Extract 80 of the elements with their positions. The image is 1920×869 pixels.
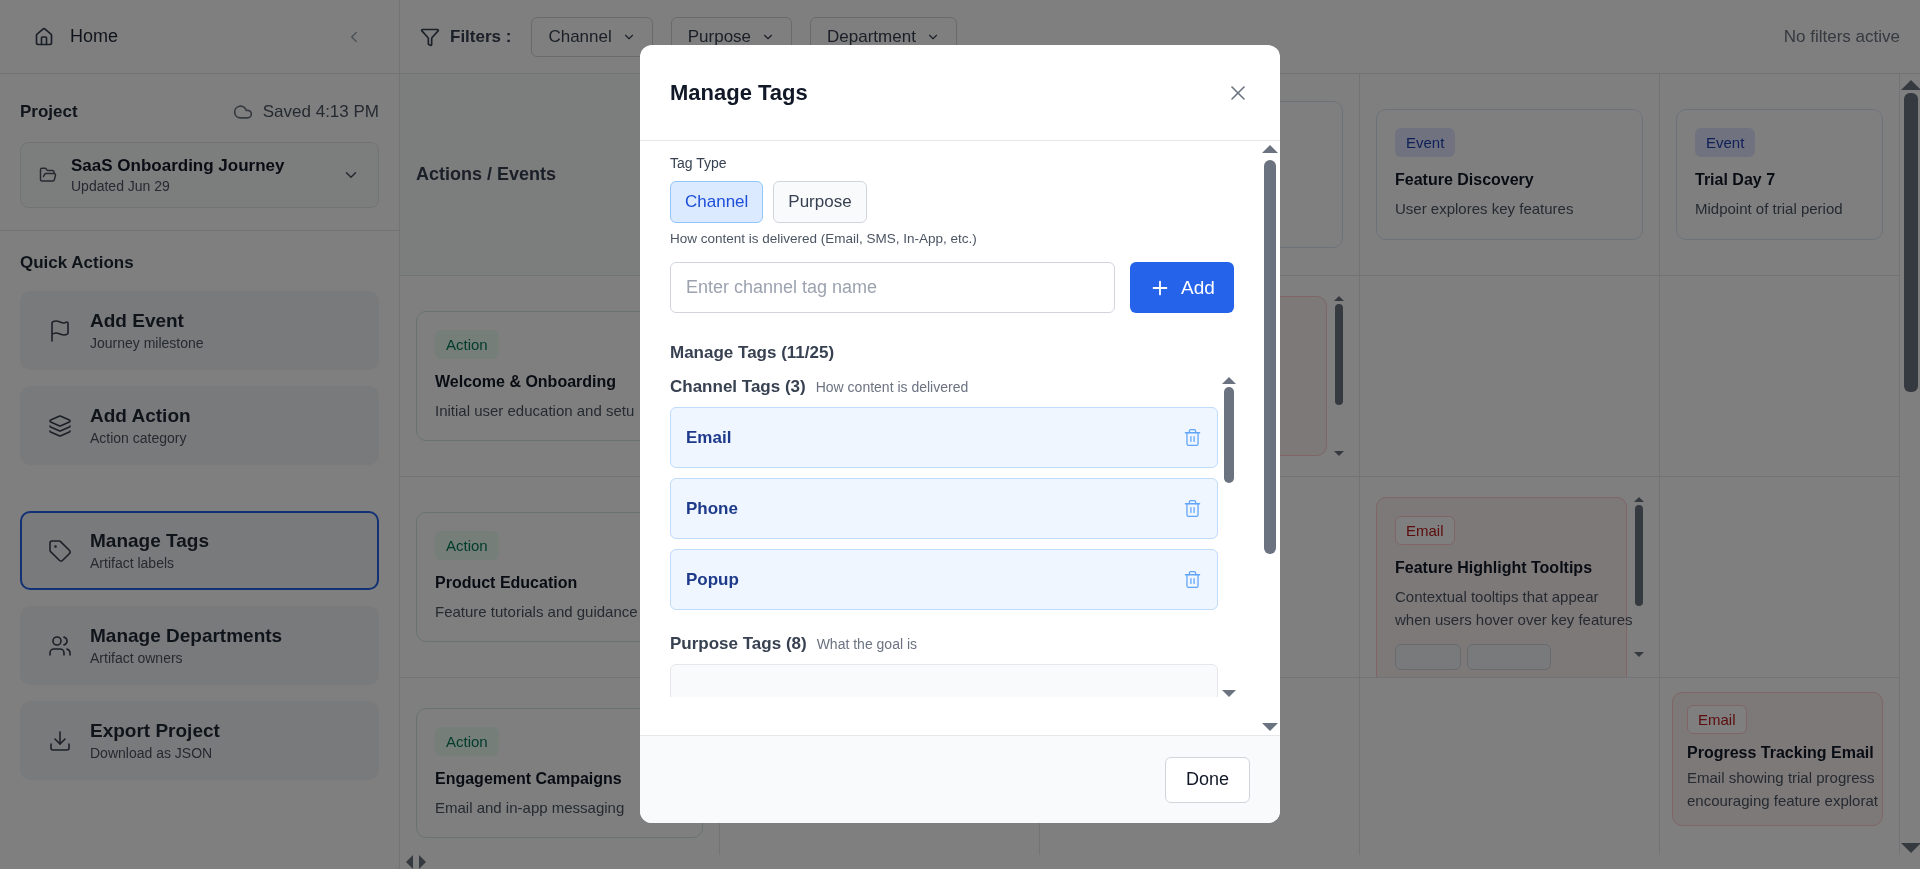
card-description: Feature tutorials and guidance	[435, 601, 638, 622]
card-title: Welcome & Onboarding	[435, 372, 617, 391]
action-subtitle: Action category	[90, 430, 188, 446]
folder-icon	[39, 166, 57, 184]
action-subtitle: Artifact labels	[90, 555, 176, 571]
card-description: Contextual tooltips that appear when users hover over key features	[1395, 587, 1633, 631]
type-badge: Action	[435, 530, 499, 560]
group-hint: How content is delivered	[815, 379, 969, 395]
tag-type-toggle[interactable]: Purpose	[773, 181, 867, 223]
trash-icon	[1183, 428, 1202, 447]
card-title: Product Education	[435, 573, 578, 592]
action-title: Add Event	[90, 310, 185, 332]
type-badge: Action	[435, 726, 499, 756]
quick-action-button[interactable]: Export Project Download as JSON	[20, 701, 379, 780]
card-description: Initial user education and setu	[435, 400, 635, 421]
tag-name-field[interactable]: Enter channel tag name	[670, 262, 1115, 313]
project-updated: Updated Jun 29	[71, 178, 171, 194]
filter-dropdown[interactable]: Channel	[531, 16, 653, 57]
home-icon[interactable]	[34, 26, 54, 47]
filter-icon	[420, 26, 440, 47]
card-title: Feature Highlight Tooltips	[1395, 559, 1593, 577]
layers-icon	[48, 413, 72, 438]
action-title: Add Action	[90, 405, 191, 427]
type-badge: Event	[1695, 128, 1756, 158]
dialog-title: Manage Tags	[670, 79, 808, 106]
project-name: SaaS Onboarding Journey	[71, 156, 286, 176]
action-subtitle: Journey milestone	[90, 335, 204, 351]
tag-icon	[48, 538, 72, 563]
add-button[interactable]: Add	[1130, 262, 1234, 313]
delete-button[interactable]	[1183, 428, 1202, 447]
card[interactable]: Event Feature Discovery User explores key features	[1376, 109, 1643, 240]
trash-icon	[1183, 499, 1202, 518]
row-header-title: Actions / Events	[416, 164, 557, 185]
action-subtitle: Download as JSON	[90, 745, 214, 761]
scrollbar[interactable]	[406, 857, 426, 867]
filters-label: Filters :	[450, 26, 512, 47]
card-description: Midpoint of trial period	[1695, 199, 1843, 220]
help-text: How content is delivered (Email, SMS, In-App, etc.)	[670, 231, 978, 246]
card-title: Feature Discovery	[1395, 171, 1534, 190]
trash-icon	[1183, 570, 1202, 589]
users-icon	[48, 633, 72, 658]
section-label: Project	[20, 102, 78, 122]
card-description: User explores key features	[1395, 199, 1574, 220]
action-title: Export Project	[90, 720, 220, 742]
card[interactable]: Email Progress Tracking Email Email showing trial progress encouraging feature explorat	[1672, 692, 1883, 826]
quick-action-button[interactable]: Add Event Journey milestone	[20, 291, 379, 370]
group-hint: What the goal is	[816, 636, 918, 652]
scrollbar[interactable]	[1224, 377, 1234, 697]
card-description: Email showing trial progress encouraging feature explorat	[1687, 768, 1878, 812]
flag-icon	[48, 318, 72, 343]
cloud-icon	[232, 102, 253, 122]
delete-button[interactable]	[1183, 570, 1202, 589]
card-title: Engagement Campaigns	[435, 769, 622, 788]
scrollbar[interactable]	[1635, 497, 1643, 657]
action-subtitle: Artifact owners	[90, 650, 184, 666]
home-link[interactable]: Home	[70, 26, 329, 47]
download-icon	[48, 728, 72, 753]
type-badge: Event	[1395, 128, 1456, 158]
save-status: Saved 4:13 PM	[262, 102, 379, 122]
scrollbar[interactable]	[1904, 80, 1918, 853]
type-badge: Email	[1395, 516, 1455, 545]
card-title: Progress Tracking Email	[1687, 744, 1874, 762]
action-title: Manage Tags	[90, 530, 209, 552]
tag-type-toggle[interactable]: Channel	[670, 181, 764, 223]
quick-action-button[interactable]: Manage Departments Artifact owners	[20, 606, 379, 685]
card[interactable]: Event Trial Day 7 Midpoint of trial period	[1676, 109, 1883, 240]
card-title: Trial Day 7	[1695, 171, 1776, 190]
filter-status: No filters active	[1783, 26, 1900, 47]
type-badge: Email	[1687, 705, 1747, 734]
quick-action-button[interactable]: Add Action Action category	[20, 386, 379, 465]
section-label: Quick Actions	[20, 253, 135, 273]
done-button[interactable]: Done	[1164, 756, 1250, 803]
project-selector[interactable]: SaaS Onboarding Journey Updated Jun 29	[20, 142, 379, 208]
field-label: Tag Type	[670, 155, 728, 171]
delete-button[interactable]	[1183, 499, 1202, 518]
scrollbar[interactable]	[1335, 296, 1343, 456]
action-title: Manage Departments	[90, 625, 283, 647]
card-description: Email and in-app messaging	[435, 797, 625, 818]
quick-action-button[interactable]: Manage Tags Artifact labels	[20, 511, 379, 590]
type-badge: Action	[435, 329, 499, 359]
